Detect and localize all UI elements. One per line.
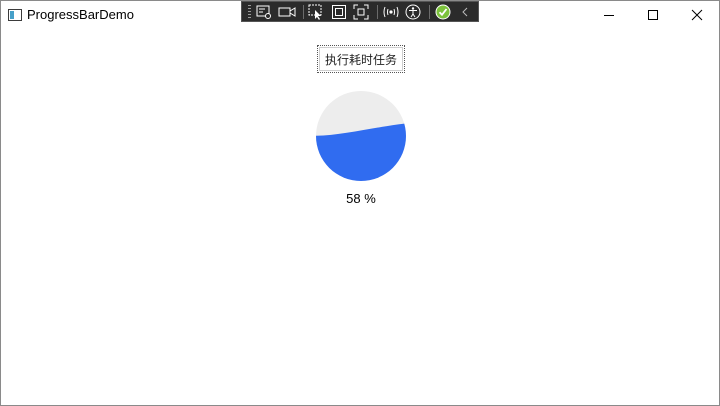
app-icon: [8, 9, 22, 21]
display-adorners-button[interactable]: [329, 2, 349, 21]
record-button[interactable]: [277, 2, 297, 21]
camera-icon: [278, 6, 296, 17]
progress-percent-label: 58 %: [346, 191, 376, 206]
select-cursor-icon: [308, 4, 322, 20]
chevron-left-icon: [462, 7, 468, 16]
accessibility-button[interactable]: [404, 2, 424, 21]
minimize-button[interactable]: [587, 1, 631, 29]
minimize-icon: [604, 15, 614, 16]
live-visual-tree-button[interactable]: [255, 2, 275, 21]
toolbar-grip[interactable]: [248, 4, 251, 19]
toolbar-separator: [377, 4, 379, 19]
collapse-toolbar-button[interactable]: [455, 2, 475, 21]
circular-progress-indicator: [316, 91, 406, 181]
select-element-button[interactable]: [307, 2, 327, 21]
accessibility-icon: [405, 4, 421, 19]
window-controls: [587, 1, 719, 29]
debug-toolbar: [241, 1, 479, 22]
close-button[interactable]: [675, 1, 719, 29]
window-title: ProgressBarDemo: [27, 7, 134, 22]
adorner-icon: [331, 4, 346, 19]
run-long-task-button[interactable]: 执行耗时任务: [317, 45, 405, 73]
visual-tree-icon: [256, 5, 272, 19]
app-window: ProgressBarDemo 执行耗时任务 58 %: [0, 0, 720, 406]
check-circle-bg: [435, 4, 451, 19]
track-focus-button[interactable]: [352, 2, 372, 21]
maximize-button[interactable]: [631, 1, 675, 29]
toolbar-separator: [429, 4, 430, 19]
toolbar-separator: [302, 4, 304, 19]
maximize-icon: [648, 10, 658, 20]
close-icon: [691, 9, 703, 21]
check-circle-icon: [435, 4, 451, 19]
focus-icon: [353, 4, 369, 19]
hot-reload-button[interactable]: [381, 2, 401, 21]
hot-reload-icon: [383, 6, 399, 17]
status-ok-button[interactable]: [433, 2, 453, 21]
